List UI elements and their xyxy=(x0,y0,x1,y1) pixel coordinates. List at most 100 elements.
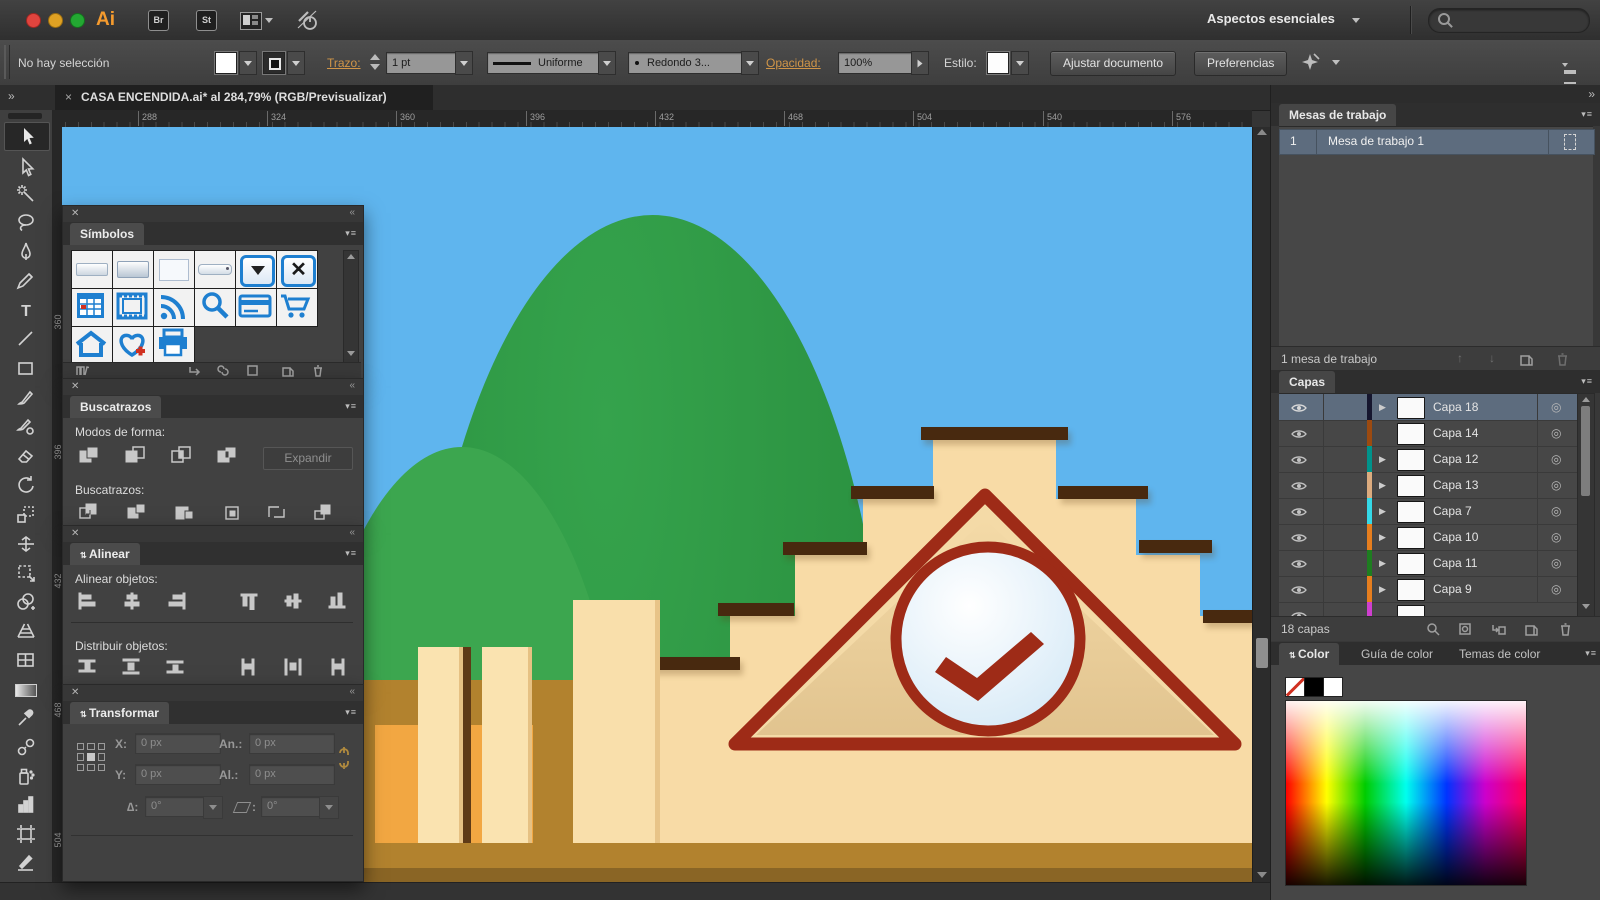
layer-name[interactable]: Capa 18 xyxy=(1433,400,1478,414)
layer-row-partial[interactable] xyxy=(1279,602,1577,617)
target-icon[interactable]: ◎ xyxy=(1551,504,1561,518)
tab-transform[interactable]: ⇅ Transformar xyxy=(70,702,169,724)
fit-document-button[interactable]: Ajustar documento xyxy=(1050,51,1176,76)
visibility-eye-icon[interactable] xyxy=(1291,454,1307,468)
visibility-eye-icon[interactable] xyxy=(1291,480,1307,494)
document-tab[interactable]: × CASA ENCENDIDA.ai* al 284,79% (RGB/Pre… xyxy=(55,85,433,110)
expand-layer-icon[interactable]: ▶ xyxy=(1379,558,1386,569)
tab-align[interactable]: ⇅ Alinear xyxy=(70,543,140,565)
stock-button[interactable]: St xyxy=(196,10,217,31)
layer-row[interactable]: ▶ Capa 10 ◎ xyxy=(1279,524,1577,551)
close-panel-icon[interactable]: ✕ xyxy=(71,528,79,539)
panel-menu-icon[interactable]: ▾≡ xyxy=(345,228,357,239)
pathfinder-trim-button[interactable] xyxy=(126,503,148,524)
delete-layer-icon[interactable] xyxy=(1558,622,1573,639)
target-icon[interactable]: ◎ xyxy=(1551,452,1561,466)
new-artboard-icon[interactable] xyxy=(1519,352,1534,369)
pathfinder-divide-button[interactable] xyxy=(78,503,100,524)
stroke-color-swatch[interactable] xyxy=(263,52,285,74)
opacity-dropdown[interactable] xyxy=(911,51,929,75)
arrange-documents-button[interactable] xyxy=(240,12,262,30)
rotate-tool[interactable] xyxy=(10,474,42,501)
symbol-tile-credit-card[interactable] xyxy=(235,288,277,327)
visibility-eye-icon[interactable] xyxy=(1291,584,1307,598)
free-transform-tool[interactable] xyxy=(10,562,42,589)
layer-thumbnail[interactable] xyxy=(1397,501,1425,523)
pathfinder-outline-button[interactable] xyxy=(266,503,288,524)
lasso-tool[interactable] xyxy=(10,212,42,239)
swatch-black[interactable] xyxy=(1304,677,1324,697)
layer-thumbnail[interactable] xyxy=(1397,579,1425,601)
rotate-field[interactable]: 0° xyxy=(145,796,209,817)
scroll-down-icon[interactable] xyxy=(1582,604,1590,609)
expand-button[interactable]: Expandir xyxy=(263,447,353,470)
symbol-tile-rss[interactable] xyxy=(153,288,195,327)
visibility-eye-icon[interactable] xyxy=(1291,428,1307,442)
brush-field[interactable]: Redondo 3... xyxy=(628,52,746,74)
visibility-eye-icon[interactable] xyxy=(1291,558,1307,572)
move-down-icon[interactable]: ↓ xyxy=(1489,351,1495,365)
pathfinder-crop-button[interactable] xyxy=(222,503,244,524)
h-field[interactable]: 0 px xyxy=(249,764,335,785)
expand-layer-icon[interactable]: ▶ xyxy=(1379,454,1386,465)
blob-brush-tool[interactable] xyxy=(10,416,42,443)
panel-menu-icon[interactable]: ▾≡ xyxy=(345,401,357,412)
magic-wand-tool[interactable] xyxy=(10,183,42,210)
layer-thumbnail[interactable] xyxy=(1397,553,1425,575)
horizontal-ruler[interactable]: 288 324 360 396 432 468 504 540 576 xyxy=(52,110,1252,128)
panel-menu-icon[interactable]: ▾≡ xyxy=(1585,648,1597,659)
tab-layers[interactable]: Capas xyxy=(1279,371,1335,393)
artboard-name[interactable]: Mesa de trabajo 1 xyxy=(1328,134,1424,148)
distribute-right-button[interactable] xyxy=(327,658,349,679)
align-top-button[interactable] xyxy=(239,592,261,613)
eyedropper-tool[interactable] xyxy=(10,707,42,734)
gradient-tool[interactable] xyxy=(10,678,42,705)
expand-layer-icon[interactable]: ▶ xyxy=(1379,584,1386,595)
symbol-tile-heart[interactable] xyxy=(112,326,154,362)
layer-row[interactable]: Capa 14 ◎ xyxy=(1279,420,1577,447)
arrange-documents-caret-icon[interactable] xyxy=(265,18,273,23)
tab-symbols[interactable]: Símbolos xyxy=(70,223,144,245)
symbol-tile-calendar[interactable] xyxy=(71,288,113,327)
new-layer-icon[interactable] xyxy=(1524,622,1539,639)
collapse-panel-icon[interactable]: « xyxy=(349,527,355,538)
y-field[interactable]: 0 px xyxy=(135,764,221,785)
artboard-tool[interactable] xyxy=(10,823,42,850)
stroke-weight-field[interactable]: 1 pt xyxy=(386,52,460,74)
symbol-tile-shopping-cart[interactable] xyxy=(276,288,318,327)
swatch-none[interactable] xyxy=(1285,677,1305,697)
workspace-switcher[interactable]: Aspectos esenciales xyxy=(1207,11,1335,26)
canvas-vertical-scrollbar[interactable] xyxy=(1252,127,1271,882)
layer-name[interactable]: Capa 11 xyxy=(1433,556,1477,570)
rectangle-tool[interactable] xyxy=(10,358,42,385)
color-spectrum[interactable] xyxy=(1285,700,1527,886)
opacity-panel-link[interactable]: Opacidad: xyxy=(766,56,821,70)
width-tool[interactable] xyxy=(10,533,42,560)
tools-panel-grip[interactable] xyxy=(8,113,42,119)
collapse-dock-chevron-icon[interactable]: » xyxy=(1588,87,1593,101)
minimize-window-button[interactable] xyxy=(48,13,63,28)
symbol-tile-button[interactable] xyxy=(112,250,154,289)
layer-name[interactable]: Capa 7 xyxy=(1433,504,1472,518)
artboard-page-icon[interactable] xyxy=(1564,134,1576,150)
paintbrush-tool[interactable] xyxy=(10,387,42,414)
symbols-scrollbar[interactable] xyxy=(343,250,359,364)
panel-menu-icon[interactable]: ▾≡ xyxy=(1581,376,1593,387)
shape-mode-exclude-button[interactable] xyxy=(216,445,240,468)
align-right-button[interactable] xyxy=(165,592,187,613)
visibility-eye-icon[interactable] xyxy=(1291,402,1307,416)
symbol-tile-home[interactable] xyxy=(71,326,113,362)
distribute-left-button[interactable] xyxy=(239,658,261,679)
collapse-panel-icon[interactable]: « xyxy=(349,686,355,697)
width-profile-dropdown[interactable] xyxy=(598,51,616,75)
bridge-button[interactable]: Br xyxy=(148,10,169,31)
scrollbar-up-icon[interactable] xyxy=(1257,129,1267,135)
target-icon[interactable]: ◎ xyxy=(1551,400,1561,414)
canvas-horizontal-scrollbar[interactable] xyxy=(0,882,1270,900)
tab-artboards[interactable]: Mesas de trabajo xyxy=(1279,104,1396,126)
distribute-top-button[interactable] xyxy=(77,658,99,679)
symbol-tile-bar[interactable] xyxy=(71,250,113,289)
type-tool[interactable]: T xyxy=(10,299,42,326)
symbol-tile-film-frame[interactable] xyxy=(112,288,154,327)
locate-object-icon[interactable] xyxy=(1426,622,1441,639)
